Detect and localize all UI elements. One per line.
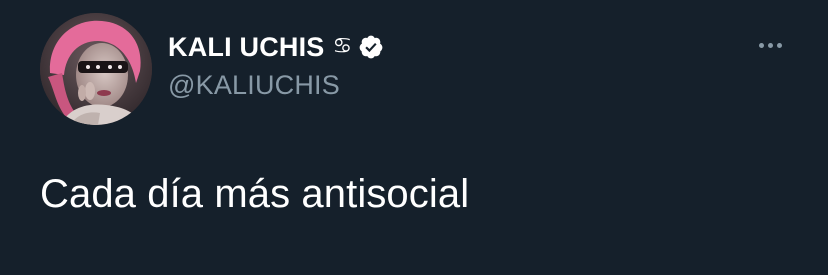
more-options-button[interactable] — [752, 36, 788, 54]
more-horizontal-icon — [758, 42, 764, 48]
avatar-photo — [40, 13, 152, 125]
avatar[interactable] — [40, 13, 152, 125]
verified-badge-icon — [358, 34, 384, 60]
cancer-zodiac-icon: ♋ — [332, 34, 353, 59]
more-horizontal-icon-dot — [767, 42, 773, 48]
author-handle[interactable]: @KALIUCHIS — [168, 70, 340, 101]
tweet-card: KALI UCHIS ♋ @KALIUCHIS Cada día más ant… — [0, 0, 828, 275]
display-name[interactable]: KALI UCHIS — [168, 32, 325, 63]
more-horizontal-icon-dot — [776, 42, 782, 48]
author-name-row[interactable]: KALI UCHIS ♋ — [168, 30, 384, 64]
tweet-text: Cada día más antisocial — [40, 172, 470, 216]
